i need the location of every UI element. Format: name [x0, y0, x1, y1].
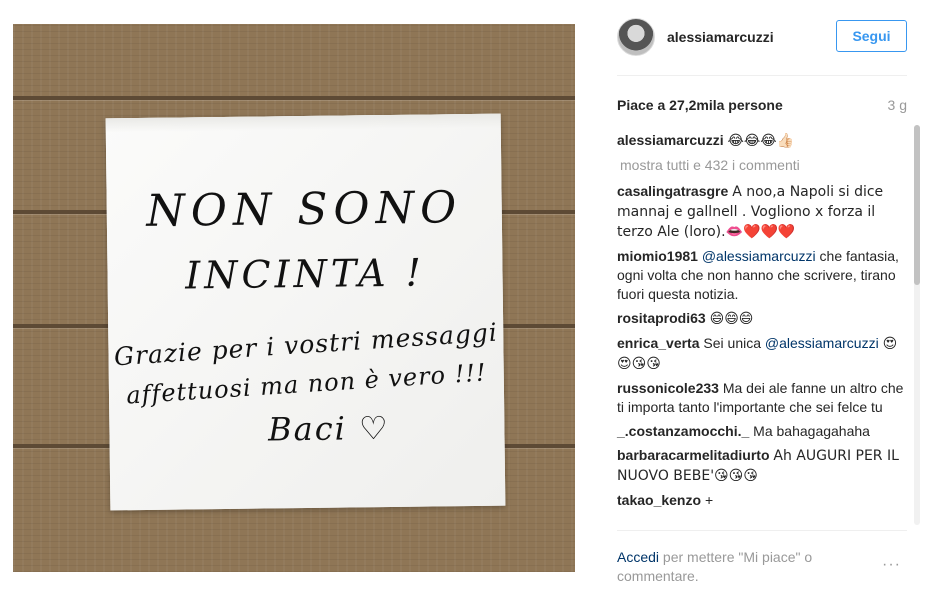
- note-line-1: NON SONO: [146, 182, 463, 237]
- divider: [617, 530, 907, 531]
- comments-scrollbar-thumb[interactable]: [914, 125, 920, 285]
- comment-username[interactable]: takao_kenzo: [617, 492, 701, 508]
- napkin-note: NON SONO INCINTA ! Grazie per i vostri m…: [105, 113, 506, 511]
- list-item: barbaracarmelitadiurto Ah AUGURI PER IL …: [617, 446, 907, 486]
- list-item: russonicole233 Ma dei ale fanne un altro…: [617, 379, 907, 417]
- caption-text: 😂😂😂👍🏻: [727, 133, 795, 149]
- list-item: takao_kenzo +: [617, 491, 907, 510]
- list-item: rositaprodi63 😄😄😄: [617, 309, 907, 329]
- comment-text: +: [704, 492, 714, 508]
- divider: [617, 75, 907, 76]
- comment-text: Sei unica: [703, 335, 761, 351]
- author-username[interactable]: alessiamarcuzzi: [667, 29, 774, 45]
- post-age[interactable]: 3 g: [888, 97, 907, 113]
- comment-username[interactable]: rositaprodi63: [617, 310, 706, 326]
- likes-count[interactable]: Piace a 27,2mila persone: [617, 97, 783, 113]
- comment-username[interactable]: barbaracarmelitadiurto: [617, 447, 770, 463]
- comment-mention[interactable]: @alessiamarcuzzi: [702, 248, 816, 264]
- caption: alessiamarcuzzi 😂😂😂👍🏻: [617, 131, 907, 151]
- comment-username[interactable]: casalingatrasgre: [617, 183, 728, 199]
- comment-mention[interactable]: @alessiamarcuzzi: [765, 335, 879, 351]
- show-all-comments-link[interactable]: mostra tutti e 432 i commenti: [620, 156, 907, 175]
- list-item: casalingatrasgre A noo,a Napoli si dice …: [617, 182, 907, 242]
- comment-text: Ma bahagagahaha: [753, 423, 870, 439]
- napkin-fold: [105, 113, 501, 133]
- login-prompt: Accedi per mettere "Mi piace" o commenta…: [617, 548, 847, 586]
- comment-text: 😄😄😄: [709, 311, 754, 327]
- login-link[interactable]: Accedi: [617, 549, 659, 565]
- comment-username[interactable]: _.costanzamocchi._: [617, 423, 749, 439]
- comment-username[interactable]: enrica_verta: [617, 335, 700, 351]
- list-item: _.costanzamocchi._ Ma bahagagahaha: [617, 422, 907, 441]
- list-item: miomio1981 @alessiamarcuzzi che fantasia…: [617, 247, 907, 304]
- note-line-5: Baci ♡: [267, 408, 390, 449]
- post-header: alessiamarcuzzi Segui: [617, 18, 907, 56]
- comments-list[interactable]: alessiamarcuzzi 😂😂😂👍🏻 mostra tutti e 432…: [617, 131, 907, 515]
- wood-plank-seam: [13, 96, 575, 100]
- note-line-2: INCINTA !: [184, 250, 426, 298]
- more-options-icon[interactable]: ···: [882, 556, 901, 574]
- comment-username[interactable]: russonicole233: [617, 380, 719, 396]
- post-photo[interactable]: NON SONO INCINTA ! Grazie per i vostri m…: [13, 24, 575, 572]
- list-item: enrica_verta Sei unica @alessiamarcuzzi …: [617, 334, 907, 374]
- comment-username[interactable]: miomio1981: [617, 248, 698, 264]
- avatar[interactable]: [617, 18, 655, 56]
- post-sidebar: alessiamarcuzzi Segui Piace a 27,2mila p…: [597, 0, 930, 598]
- follow-button[interactable]: Segui: [836, 20, 907, 52]
- caption-username[interactable]: alessiamarcuzzi: [617, 132, 724, 148]
- likes-row: Piace a 27,2mila persone 3 g: [617, 97, 907, 117]
